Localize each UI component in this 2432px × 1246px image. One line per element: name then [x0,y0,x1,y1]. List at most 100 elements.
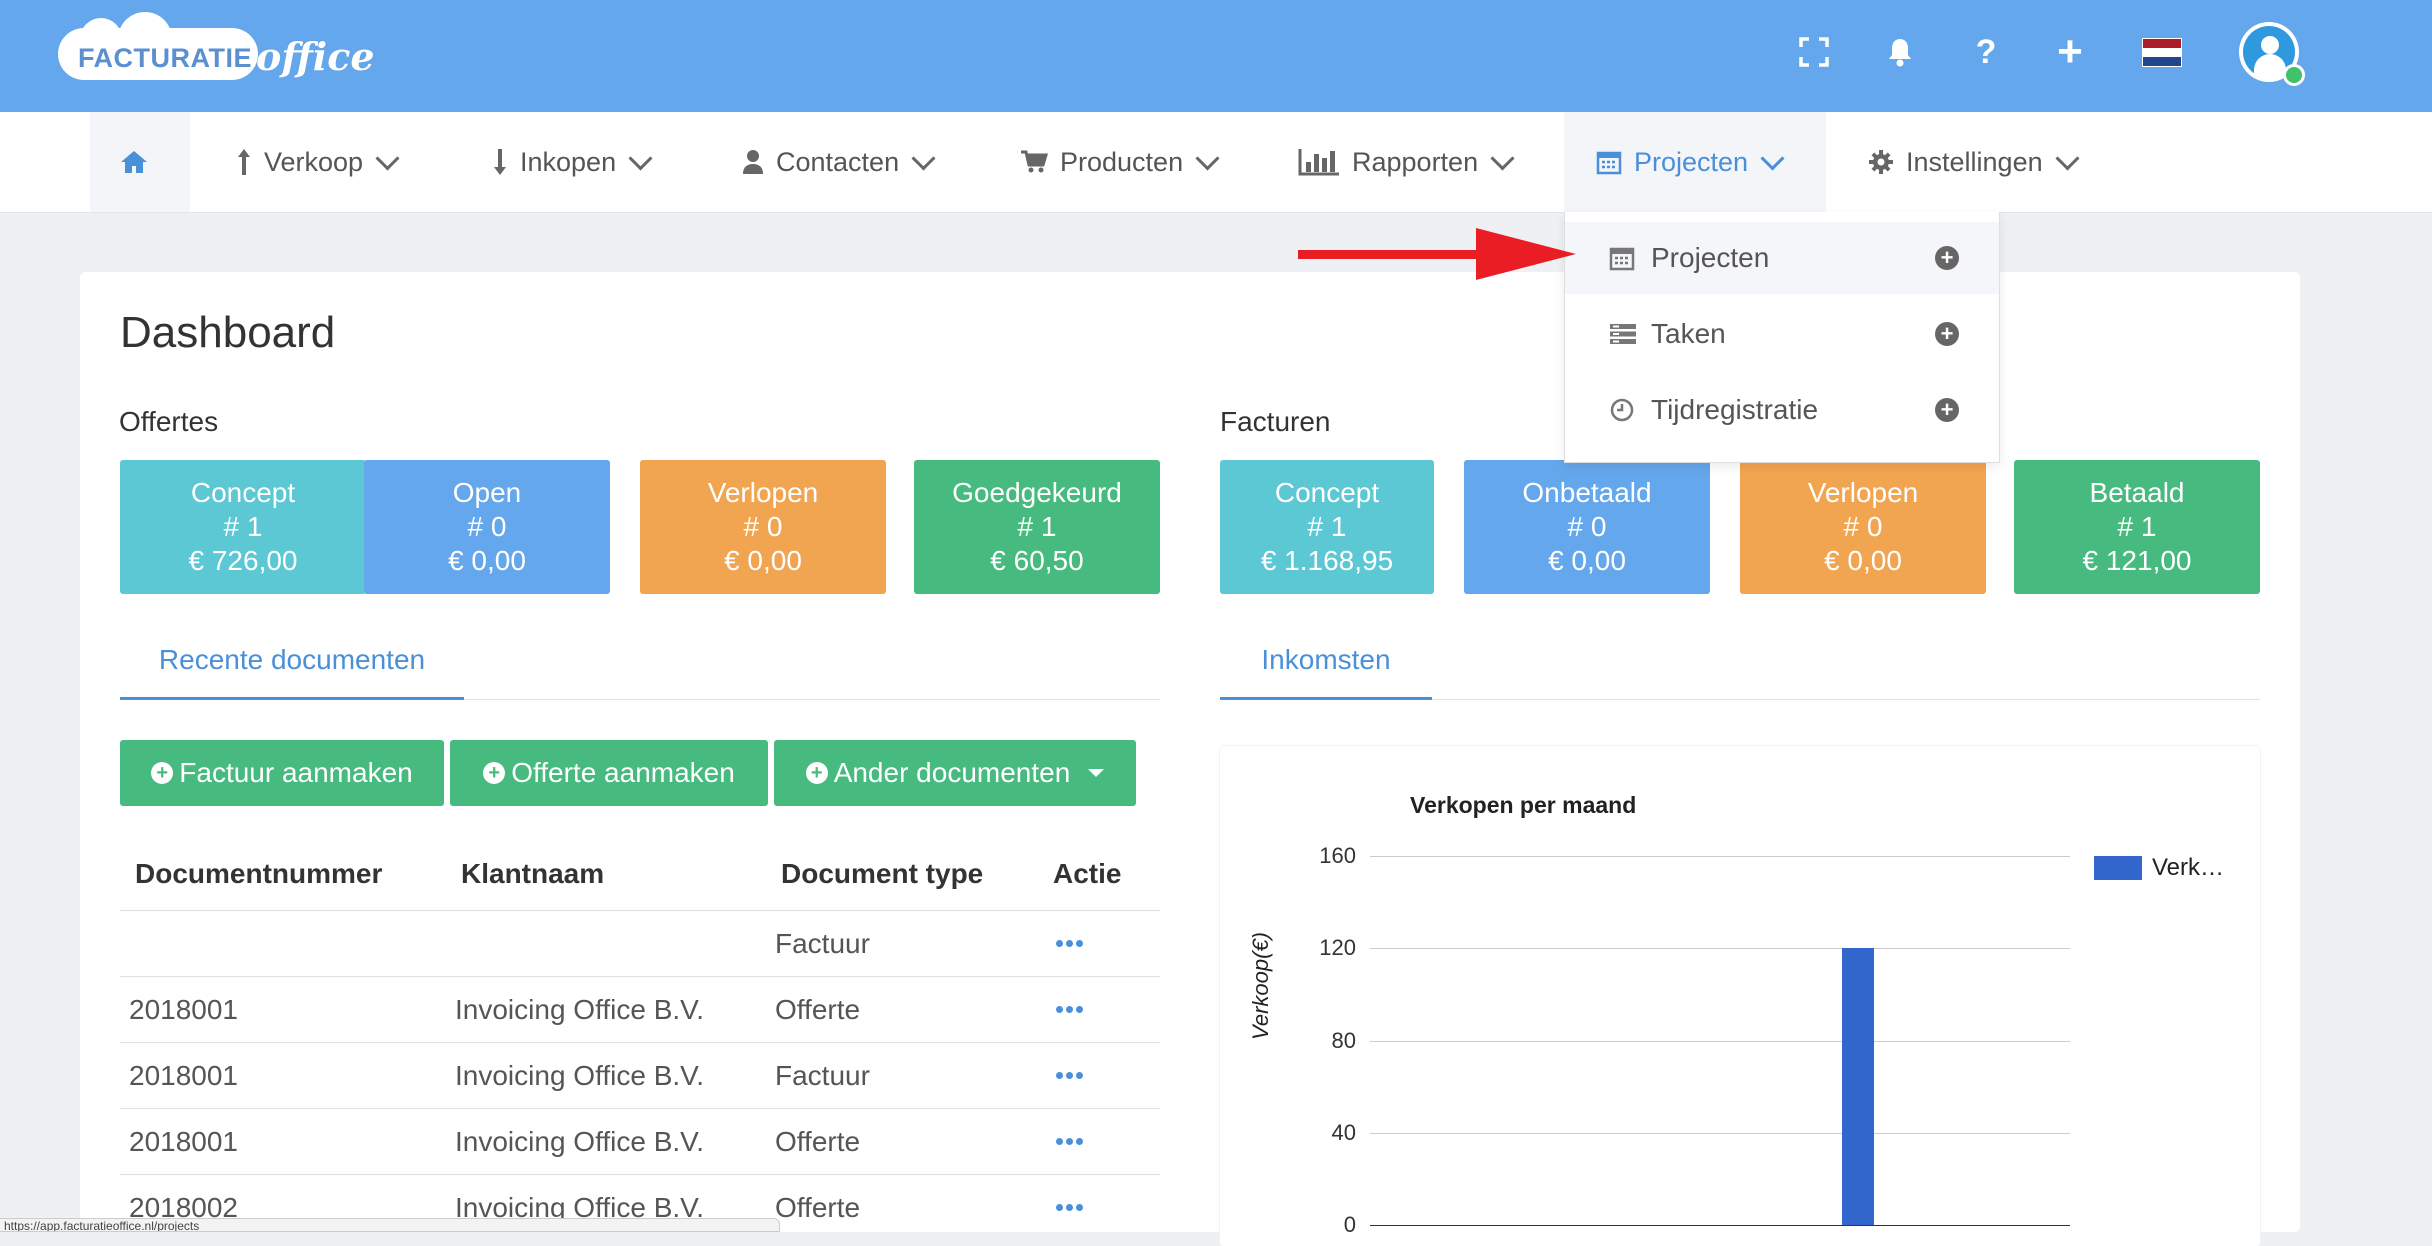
list-icon [1609,323,1637,345]
chart-bar[interactable] [1841,948,1874,1225]
sales-chart [1220,746,2260,1246]
avatar-head [2261,36,2279,54]
chart-y-tick: 40 [1331,1119,1356,1145]
factuur-tile-onbetaald[interactable]: Onbetaald # 0 € 0,00 [1464,460,1710,594]
bell-icon[interactable] [1872,28,1928,76]
online-status-dot [2283,64,2305,86]
tile-amount: € 60,50 [990,545,1084,576]
dropdown-item-tijdregistratie[interactable]: Tijdregistratie + [1565,374,1999,446]
chart-gridline [1370,1225,2070,1226]
gear-icon [1868,149,1894,175]
home-icon [120,150,148,174]
cell-doctype: Offerte [775,1126,861,1157]
nav-inkopen[interactable]: Inkopen [492,112,653,212]
more-actions-icon[interactable] [1056,1006,1083,1013]
nav-contacten[interactable]: Contacten [742,112,936,212]
cell-client: Invoicing Office B.V. [455,994,705,1025]
avatar-body [2254,54,2286,78]
button-label: Offerte aanmaken [511,757,735,788]
tile-amount: € 1.168,95 [1260,545,1394,576]
chart-y-tick: 80 [1331,1027,1356,1053]
nav-label: Inkopen [520,146,617,177]
arrow-down-icon [492,148,508,176]
nav-instellingen[interactable]: Instellingen [1868,112,2080,212]
other-documents-button[interactable]: + Ander documenten [774,740,1136,806]
more-actions-icon[interactable] [1056,1204,1083,1211]
column-header[interactable]: Document type [781,858,983,890]
offerte-tile-open[interactable]: Open # 0 € 0,00 [364,460,610,594]
cart-icon [1020,150,1048,174]
question-icon[interactable]: ? [1958,28,2014,76]
cell-doctype: Offerte [775,994,861,1025]
dropdown-item-taken[interactable]: Taken + [1565,298,1999,370]
cell-doctype: Factuur [775,1060,870,1091]
tile-amount: € 0,00 [1824,545,1902,576]
tile-label: Open [452,477,522,508]
more-actions-icon[interactable] [1056,940,1083,947]
tile-label: Onbetaald [1522,477,1652,508]
caret-down-icon [1088,769,1105,777]
tile-amount: € 726,00 [188,545,298,576]
projecten-dropdown: Projecten + Taken + Tijdregistratie + [1564,212,2000,463]
plus-icon[interactable]: + [2042,27,2098,76]
row-divider [120,976,1160,977]
factuur-tile-concept[interactable]: Concept # 1 € 1.168,95 [1220,460,1434,594]
chart-y-axis-label: Verkoop(€) [1248,931,1273,1040]
nav-verkoop[interactable]: Verkoop [236,112,400,212]
dropdown-item-projecten[interactable]: Projecten + [1565,222,1999,294]
factuur-tile-betaald[interactable]: Betaald # 1 € 121,00 [2014,460,2260,594]
more-actions-icon[interactable] [1056,1138,1083,1145]
add-circle-icon[interactable]: + [1935,322,1959,346]
chart-gridline [1370,1132,2070,1134]
tile-label: Verlopen [1807,477,1919,508]
nav-home[interactable] [90,112,190,212]
create-quote-button[interactable]: + Offerte aanmaken [450,740,768,806]
row-divider [120,1174,1160,1175]
offerte-tile-concept[interactable]: Concept # 1 € 726,00 [120,460,366,594]
chart-title: Verkopen per maand [1410,792,1637,818]
tile-count: # 0 [1843,511,1883,542]
tab-active-indicator [1220,697,1432,700]
nav-projecten[interactable]: Projecten [1564,112,1826,212]
column-header[interactable]: Klantnaam [461,858,604,890]
factuur-tile-verlopen[interactable]: Verlopen # 0 € 0,00 [1740,460,1986,594]
nav-producten[interactable]: Producten [1020,112,1220,212]
calendar-icon [1596,149,1622,175]
brand-logo[interactable]: FACTURATIE office [58,12,375,82]
chevron-down-icon [375,145,400,171]
add-circle-icon[interactable]: + [1935,398,1959,422]
dropdown-item-label: Taken [1651,318,1726,349]
tile-count: # 0 [467,511,507,542]
tab-recente-documenten[interactable]: Recente documenten [120,620,464,700]
annotation-arrow-head [1476,228,1576,280]
logo-word: FACTURATIE [78,42,252,73]
cell-client: Invoicing Office B.V. [455,1060,705,1091]
legend-swatch [2094,856,2142,880]
tab-inkomsten[interactable]: Inkomsten [1220,620,1432,700]
calendar-icon [1609,245,1637,271]
fullscreen-icon[interactable] [1786,28,1842,76]
chevron-down-icon [2055,145,2080,171]
dropdown-item-label: Projecten [1651,242,1770,273]
create-invoice-button[interactable]: + Factuur aanmaken [120,740,444,806]
tile-label: Betaald [2089,477,2185,508]
plus-circle-icon: + [483,762,506,784]
page-title: Dashboard [120,308,336,357]
offertes-heading: Offertes [119,406,219,437]
plus-circle-icon: + [805,762,828,784]
column-header[interactable]: Actie [1053,858,1121,890]
cell-docnumber: 2018001 [129,994,239,1025]
add-circle-icon[interactable]: + [1935,246,1959,270]
chevron-down-icon [628,145,653,171]
offerte-tile-verlopen[interactable]: Verlopen # 0 € 0,00 [640,460,886,594]
nav-rapporten[interactable]: Rapporten [1298,112,1515,212]
row-divider [120,910,1160,911]
nav-label: Contacten [776,146,900,177]
cell-doctype: Factuur [775,928,870,959]
nav-label: Verkoop [264,146,364,177]
more-actions-icon[interactable] [1056,1072,1083,1079]
legend-label: Verk… [2152,854,2225,881]
offerte-tile-goedgekeurd[interactable]: Goedgekeurd # 1 € 60,50 [914,460,1160,594]
flag-nl-icon[interactable] [2142,38,2182,67]
column-header[interactable]: Documentnummer [135,858,382,890]
